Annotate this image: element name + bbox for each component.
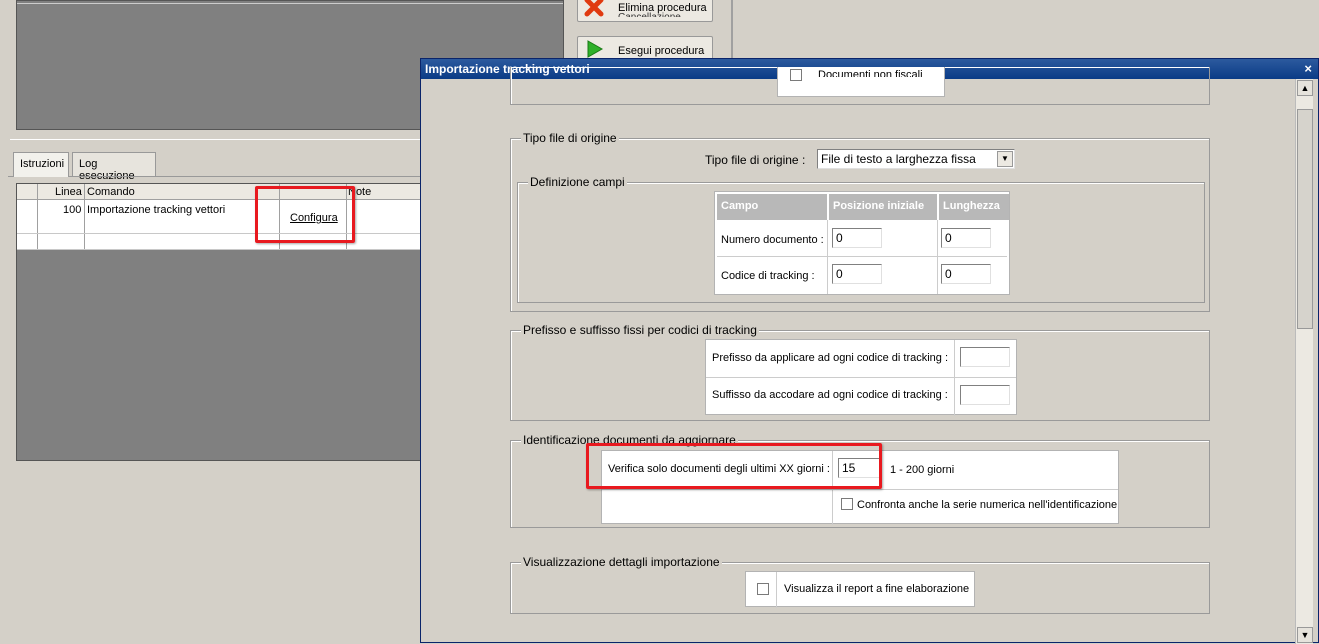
non-fiscal-label: Documenti non fiscali <box>818 69 923 77</box>
column-header-linea: Linea <box>55 186 82 198</box>
compare-series-checkbox[interactable] <box>841 498 853 510</box>
field-label-tracking: Codice di tracking : <box>721 270 815 282</box>
instructions-grid-area: Linea Comando Note 100 Importazione trac… <box>16 183 426 461</box>
source-file-group: Tipo file di origine Tipo file di origin… <box>510 131 1210 312</box>
tab-istruzioni[interactable]: Istruzioni <box>13 152 69 177</box>
tracking-length-input[interactable]: 0 <box>941 264 991 284</box>
import-details-group: Visualizzazione dettagli importazione Vi… <box>510 555 1210 614</box>
field-label-numero: Numero documento : <box>721 234 824 246</box>
row-command: Importazione tracking vettori <box>87 204 226 216</box>
show-report-checkbox[interactable] <box>757 583 769 595</box>
column-header-comando: Comando <box>87 186 135 198</box>
source-file-type-value: File di testo a larghezza fissa <box>821 152 976 166</box>
prefix-suffix-legend: Prefisso e suffisso fissi per codici di … <box>521 323 759 337</box>
close-icon[interactable]: × <box>1304 61 1312 76</box>
run-procedure-label: Esegui procedura <box>618 45 705 57</box>
highlight-configure <box>255 186 355 243</box>
field-definition-group: Definizione campi Campo Posizione inizia… <box>517 175 1205 303</box>
tracking-position-input[interactable]: 0 <box>832 264 882 284</box>
show-report-label: Visualizza il report a fine elaborazione <box>784 583 970 595</box>
source-file-legend: Tipo file di origine <box>521 131 619 145</box>
numero-length-input[interactable]: 0 <box>941 228 991 248</box>
column-header-lunghezza: Lunghezza <box>939 194 1009 220</box>
scroll-down-icon[interactable]: ▼ <box>1297 627 1313 643</box>
prefix-input[interactable] <box>960 347 1010 367</box>
delete-x-icon <box>584 0 604 17</box>
tab-log-esecuzione[interactable]: Log esecuzione <box>72 152 156 182</box>
report-option-panel: Visualizza il report a fine elaborazione <box>745 571 975 608</box>
vertical-scrollbar[interactable]: ▲ ▼ <box>1295 79 1313 644</box>
suffix-label: Suffisso da accodare ad ogni codice di t… <box>712 389 948 401</box>
numero-position-input[interactable]: 0 <box>832 228 882 248</box>
play-icon <box>587 40 604 58</box>
highlight-verify-days <box>586 443 882 489</box>
prefix-label: Prefisso da applicare ad ogni codice di … <box>712 352 949 364</box>
row-line-number: 100 <box>63 204 82 216</box>
field-definition-table: Campo Posizione iniziale Lunghezza Numer… <box>714 191 1010 295</box>
scrollbar-thumb[interactable] <box>1297 109 1313 329</box>
source-file-type-label: Tipo file di origine : <box>705 153 806 167</box>
source-file-type-select[interactable]: File di testo a larghezza fissa ▼ <box>817 149 1015 169</box>
field-definition-legend: Definizione campi <box>528 175 627 189</box>
partial-group: Documenti non fiscali <box>510 67 1210 105</box>
verify-days-range-hint: 1 - 200 giorni <box>890 464 955 476</box>
column-header-campo: Campo <box>717 194 827 220</box>
chevron-down-icon[interactable]: ▼ <box>997 151 1013 167</box>
scroll-up-icon[interactable]: ▲ <box>1297 80 1313 96</box>
instructions-grid: Linea Comando Note 100 Importazione trac… <box>17 184 425 250</box>
prefix-suffix-group: Prefisso e suffisso fissi per codici di … <box>510 323 1210 421</box>
delete-procedure-button[interactable]: Elimina procedura Cancellazione <box>577 0 713 22</box>
column-header-posizione: Posizione iniziale <box>829 194 937 220</box>
import-tracking-dialog: Importazione tracking vettori × ▲ ▼ Docu… <box>420 58 1319 644</box>
partial-option-panel: Documenti non fiscali <box>777 67 945 97</box>
suffix-input[interactable] <box>960 385 1010 405</box>
non-fiscal-checkbox[interactable] <box>790 69 802 81</box>
prefix-suffix-panel: Prefisso da applicare ad ogni codice di … <box>705 339 1017 416</box>
compare-series-label: Confronta anche la serie numerica nell'i… <box>857 499 1118 511</box>
import-details-legend: Visualizzazione dettagli importazione <box>521 555 722 569</box>
